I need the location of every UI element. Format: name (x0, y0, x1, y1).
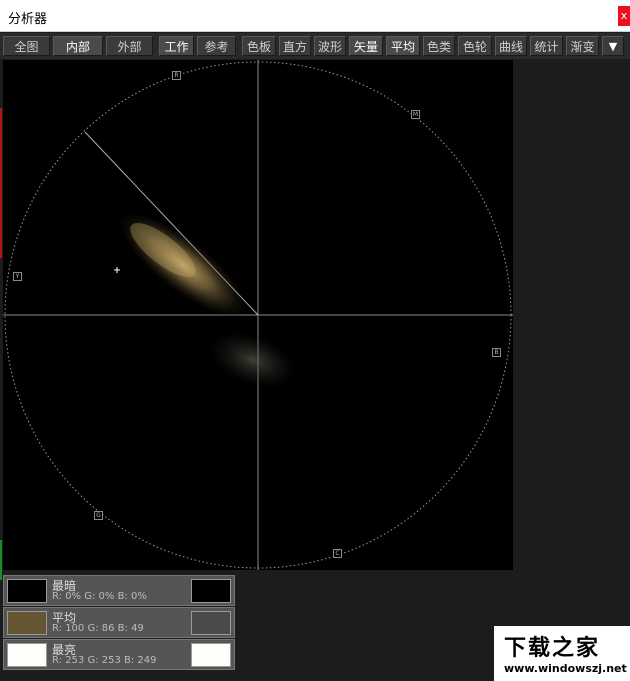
darkest-swatch (7, 579, 47, 603)
left-edge-indicator-red (0, 108, 2, 258)
watermark-logo: 下载之家 (504, 635, 601, 661)
vectorscope-panel[interactable]: R M Y B G C (3, 60, 513, 570)
tab-color-board[interactable]: 色板 (242, 36, 276, 56)
brightest-swatch (7, 643, 47, 667)
window-title: 分析器 (8, 12, 48, 27)
tab-average[interactable]: 平均 (386, 36, 420, 56)
stat-row-darkest: 最暗 R: 0% G: 0% B: 0% (3, 575, 235, 606)
marker-green: G (94, 511, 103, 520)
stat-row-average: 平均 R: 100 G: 86 B: 49 (3, 607, 235, 638)
close-button[interactable]: x (618, 6, 630, 26)
tab-histogram[interactable]: 直方 (279, 36, 311, 56)
tab-color-class[interactable]: 色类 (423, 36, 455, 56)
tab-statistics[interactable]: 统计 (530, 36, 563, 56)
tab-inside[interactable]: 内部 (53, 36, 103, 56)
stat-row-brightest: 最亮 R: 253 G: 253 B: 249 (3, 639, 235, 670)
dropdown-arrow-icon[interactable]: ▼ (602, 36, 624, 56)
tab-outside[interactable]: 外部 (106, 36, 153, 56)
brightest-values: R: 253 G: 253 B: 249 (52, 655, 157, 666)
site-watermark: 下载之家 www.windowszj.net (494, 626, 630, 681)
average-crosshair-icon (114, 267, 120, 273)
marker-cyan: C (333, 549, 342, 558)
toolbar: 全图 内部 外部 工作 参考 色板 直方 波形 矢量 平均 色类 色轮 曲线 统… (0, 33, 630, 59)
tab-waveform[interactable]: 波形 (314, 36, 346, 56)
average-swatch (7, 611, 47, 635)
marker-magenta: M (411, 110, 420, 119)
tab-work[interactable]: 工作 (159, 36, 194, 56)
left-edge-indicator-green (0, 540, 2, 580)
color-cloud-faint (209, 331, 297, 389)
watermark-url: www.windowszj.net (504, 662, 627, 675)
darkest-swatch-right (191, 579, 231, 603)
tab-gradient[interactable]: 渐变 (566, 36, 599, 56)
tab-curves[interactable]: 曲线 (495, 36, 527, 56)
vectorscope-graph (3, 60, 513, 570)
average-swatch-right (191, 611, 231, 635)
average-values: R: 100 G: 86 B: 49 (52, 623, 144, 634)
title-bar: 分析器 x (0, 0, 630, 32)
marker-red: R (172, 71, 181, 80)
tab-color-wheel[interactable]: 色轮 (458, 36, 492, 56)
color-stats-panel: 最暗 R: 0% G: 0% B: 0% 平均 R: 100 G: 86 B: … (3, 575, 235, 673)
tab-vectorscope[interactable]: 矢量 (349, 36, 383, 56)
brightest-swatch-right (191, 643, 231, 667)
marker-yellow: Y (13, 272, 22, 281)
tab-full-image[interactable]: 全图 (3, 36, 50, 56)
darkest-values: R: 0% G: 0% B: 0% (52, 591, 147, 602)
tab-reference[interactable]: 参考 (197, 36, 236, 56)
marker-blue: B (492, 348, 501, 357)
